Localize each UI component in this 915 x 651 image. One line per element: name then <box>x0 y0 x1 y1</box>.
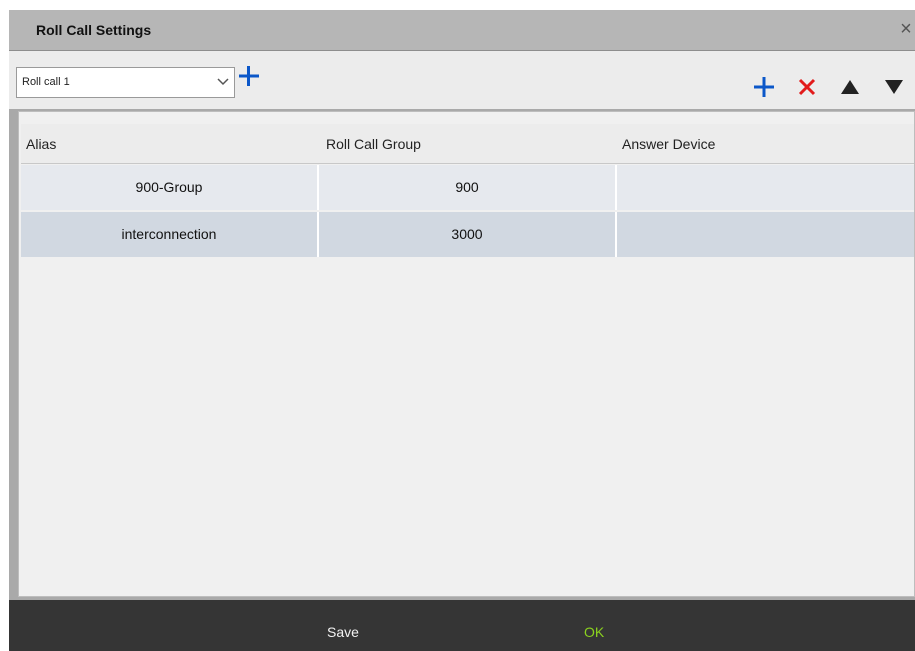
table-header: Alias Roll Call Group Answer Device <box>21 124 914 164</box>
table-row[interactable]: 900-Group 900 <box>21 165 914 210</box>
add-roll-call-button[interactable] <box>238 65 260 87</box>
add-row-button[interactable] <box>753 76 775 98</box>
header-answer-device: Answer Device <box>622 136 716 152</box>
toolbar: Roll call 1 <box>9 51 915 109</box>
move-up-button[interactable] <box>839 76 861 98</box>
ok-button[interactable]: OK <box>584 624 604 640</box>
close-icon[interactable]: × <box>897 19 915 39</box>
cell-answer-device[interactable] <box>617 165 914 210</box>
header-alias: Alias <box>26 136 57 152</box>
dialog-titlebar: Roll Call Settings × <box>9 10 915 51</box>
chevron-down-icon <box>217 78 229 86</box>
dialog-footer: Save OK <box>9 600 915 651</box>
roll-call-select[interactable]: Roll call 1 <box>16 67 235 98</box>
move-down-button[interactable] <box>883 76 905 98</box>
delete-row-button[interactable] <box>796 76 818 98</box>
table-row[interactable]: interconnection 3000 <box>21 212 914 257</box>
save-button[interactable]: Save <box>327 624 359 640</box>
cell-answer-device[interactable] <box>617 212 914 257</box>
roll-call-select-value: Roll call 1 <box>22 76 70 88</box>
dialog-title: Roll Call Settings <box>36 22 152 38</box>
cell-roll-call-group[interactable]: 900 <box>319 165 617 210</box>
cell-alias[interactable]: interconnection <box>21 212 319 257</box>
roll-call-table: Alias Roll Call Group Answer Device 900-… <box>18 111 915 597</box>
header-roll-call-group: Roll Call Group <box>326 136 421 152</box>
cell-alias[interactable]: 900-Group <box>21 165 319 210</box>
cell-roll-call-group[interactable]: 3000 <box>319 212 617 257</box>
roll-call-settings-dialog: Roll Call Settings × Roll call 1 Alias R… <box>9 10 915 651</box>
